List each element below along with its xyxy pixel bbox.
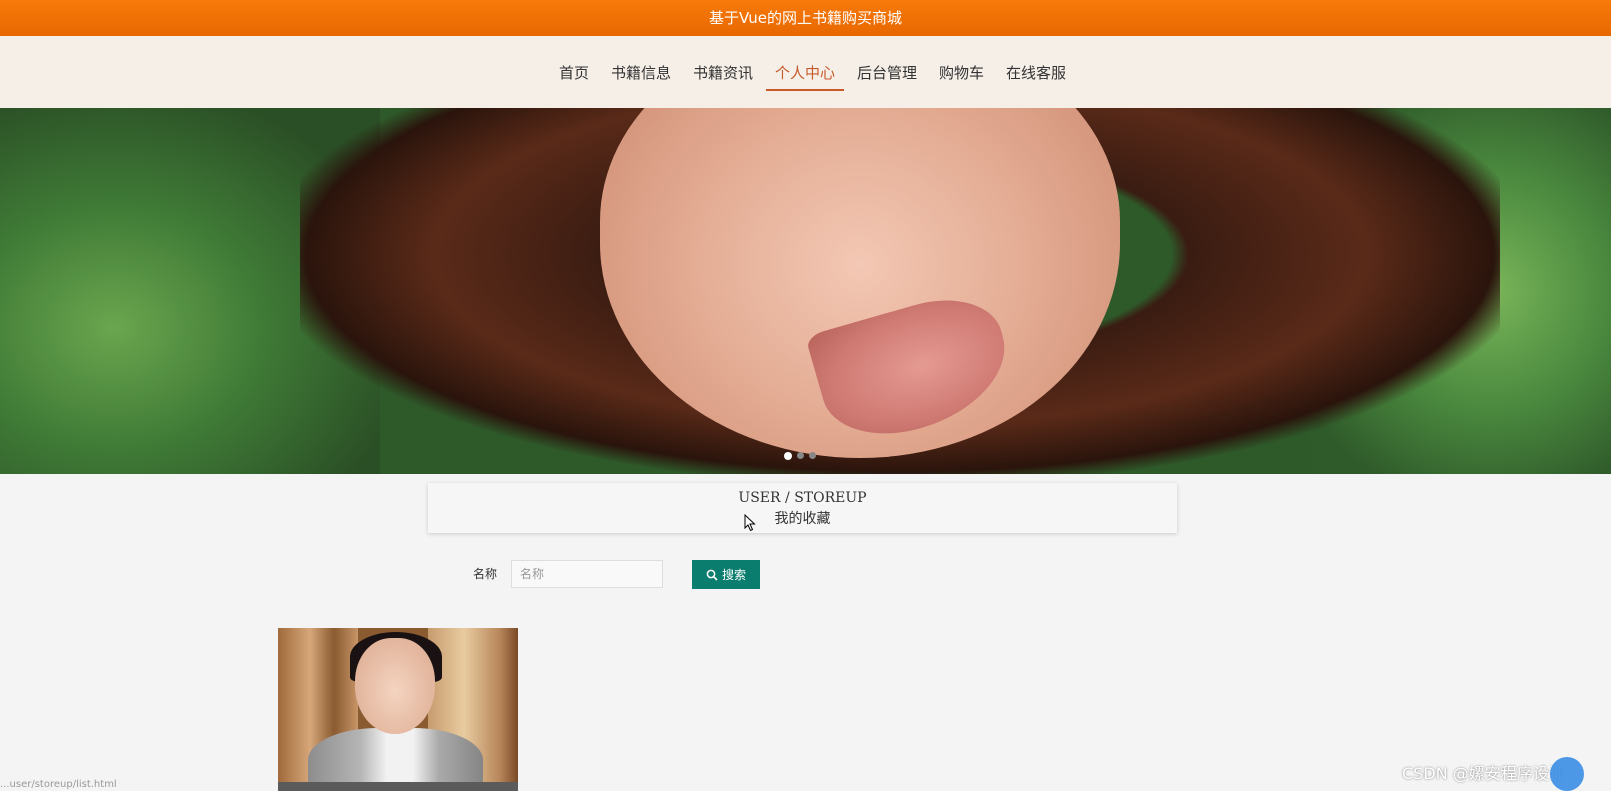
nav-item-personal-center[interactable]: 个人中心	[764, 58, 846, 91]
site-title: 基于Vue的网上书籍购买商城	[709, 9, 902, 27]
favorite-item-card[interactable]	[278, 628, 518, 791]
floating-action-button[interactable]	[1550, 757, 1584, 791]
status-bar-url: ...user/storeup/list.html	[0, 779, 117, 790]
nav-item-cart[interactable]: 购物车	[928, 58, 995, 88]
section-header: USER / STOREUP 我的收藏	[428, 483, 1177, 533]
banner-carousel[interactable]	[0, 108, 1611, 474]
nav-item-book-info[interactable]: 书籍信息	[600, 58, 682, 88]
search-button-label: 搜索	[721, 568, 746, 582]
main-navbar: 首页 书籍信息 书籍资讯 个人中心 后台管理 购物车 在线客服	[0, 36, 1611, 108]
nav-item-book-news[interactable]: 书籍资讯	[682, 58, 764, 88]
card-image-person-face	[355, 638, 435, 734]
mouse-cursor-icon	[744, 514, 756, 532]
search-icon	[706, 569, 718, 581]
carousel-dot-2[interactable]	[797, 452, 804, 459]
card-caption-bar	[278, 782, 518, 791]
section-title-en: USER / STOREUP	[738, 490, 867, 506]
section-title-zh: 我的收藏	[774, 511, 831, 527]
nav-item-admin[interactable]: 后台管理	[846, 58, 928, 88]
search-button[interactable]: 搜索	[692, 560, 760, 589]
nav-item-online-service[interactable]: 在线客服	[995, 58, 1077, 88]
site-title-bar: 基于Vue的网上书籍购买商城	[0, 0, 1611, 36]
search-name-input[interactable]	[511, 560, 663, 588]
csdn-watermark: CSDN @嫘安程序设计	[1402, 764, 1565, 783]
search-name-label: 名称	[473, 567, 498, 581]
carousel-dot-3[interactable]	[809, 452, 816, 459]
nav-list: 首页 书籍信息 书籍资讯 个人中心 后台管理 购物车 在线客服	[0, 58, 1611, 91]
carousel-dot-1[interactable]	[784, 451, 792, 460]
carousel-indicators	[784, 451, 816, 460]
nav-item-home[interactable]: 首页	[548, 58, 600, 88]
